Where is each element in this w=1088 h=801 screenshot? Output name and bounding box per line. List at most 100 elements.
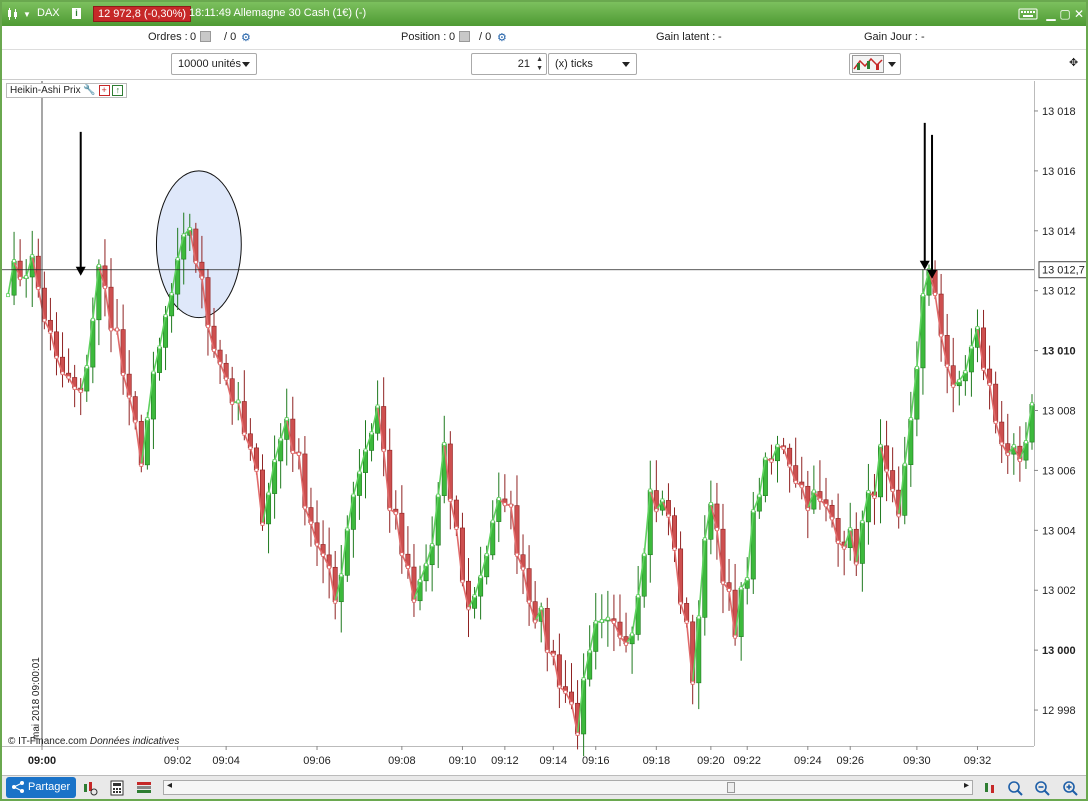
keyboard-icon[interactable] [1018, 7, 1038, 21]
close-point [884, 468, 889, 473]
candles-settings-icon[interactable] [82, 780, 98, 796]
close-point [169, 292, 174, 297]
orders-settings-icon[interactable]: ⚙ [241, 31, 251, 44]
orders-label: Ordres : [148, 31, 188, 43]
close-point [690, 680, 695, 685]
ticks-unit-select[interactable]: (x) ticks [548, 53, 637, 75]
title-bar: ▼ DAX i 12 972,8 (-0,30%) 18:11:49 Allem… [2, 2, 1086, 26]
y-tick-label: 13 000 [1042, 645, 1076, 657]
close-point [878, 443, 883, 448]
close-point [290, 450, 295, 454]
y-tick-label: 12 998 [1042, 705, 1076, 717]
close-point [951, 383, 956, 388]
share-button[interactable]: Partager [6, 777, 76, 798]
close-point [805, 507, 810, 512]
close-point [860, 519, 865, 524]
close-point [272, 459, 277, 463]
maximize-icon[interactable]: ▢ [1058, 7, 1072, 21]
close-point [969, 345, 974, 350]
close-point [54, 355, 59, 360]
close-point [587, 649, 592, 654]
x-tick-label: 09:10 [449, 755, 477, 767]
position-total: / 0 [479, 31, 492, 43]
close-point [539, 606, 544, 611]
instrument-name[interactable]: DAX [37, 7, 60, 19]
dropdown-icon[interactable]: ▼ [23, 10, 31, 19]
close-point [557, 684, 562, 689]
close-point [115, 327, 119, 332]
indicator-label[interactable]: Heikin-Ashi Prix 🔧 + ↑ [6, 83, 128, 98]
close-point [181, 233, 186, 238]
zoom-in-icon[interactable] [1062, 780, 1078, 796]
close-point [569, 701, 574, 706]
close-point [654, 508, 659, 513]
wrench-icon[interactable]: 🔧 [83, 85, 95, 96]
close-point [442, 442, 447, 446]
chart-scrollbar[interactable]: ◂ ▸ [163, 780, 973, 795]
position-close-icon[interactable] [459, 31, 470, 43]
y-tick-label: 13 004 [1042, 525, 1076, 537]
order-book-icon[interactable] [136, 780, 152, 796]
close-point [581, 677, 586, 682]
close-point [393, 511, 398, 516]
close-icon[interactable]: ✕ [1072, 7, 1086, 21]
close-point [793, 480, 798, 484]
zoom-fit-icon[interactable] [1007, 780, 1023, 796]
close-point [842, 545, 847, 550]
scroll-thumb[interactable] [727, 782, 735, 793]
scroll-right-icon[interactable]: ▸ [964, 780, 969, 791]
orders-cancel-icon[interactable] [200, 31, 211, 43]
units-select[interactable]: 10000 unités [171, 53, 257, 75]
info-icon[interactable]: i [72, 8, 81, 19]
chevron-down-icon [888, 62, 896, 67]
close-point [406, 565, 410, 569]
position-label: Position : [401, 31, 447, 43]
chart-style-icon [852, 55, 884, 73]
close-point [454, 526, 459, 530]
close-point [612, 620, 616, 624]
x-tick-label: 09:06 [303, 755, 331, 767]
close-point [448, 498, 453, 502]
y-tick-label: 13 012 [1042, 286, 1076, 298]
expand-icon[interactable]: ✥ [1069, 56, 1078, 69]
close-point [30, 254, 35, 259]
trade-icon[interactable] [982, 780, 998, 796]
ticks-stepper[interactable]: 21 ▲ ▼ [471, 53, 547, 75]
close-point [551, 652, 556, 657]
spinner-icon[interactable]: ▲ ▼ [536, 55, 543, 73]
close-point [466, 606, 471, 611]
zoom-out-icon[interactable] [1034, 780, 1050, 796]
close-point [975, 325, 980, 330]
candlestick-icon[interactable] [6, 7, 20, 21]
chevron-down-icon [622, 62, 630, 67]
position-settings-icon[interactable]: ⚙ [497, 31, 507, 44]
add-indicator-icon[interactable]: ↑ [112, 85, 124, 96]
minimize-icon[interactable]: ▁ [1044, 7, 1058, 21]
position-value: 0 [449, 31, 456, 43]
price-chart[interactable]: mai 2018 09:00:01 13 018 13 016 13 014 13 01… [2, 81, 1086, 776]
chart-type-select[interactable] [849, 53, 901, 75]
close-point [521, 566, 525, 571]
calculator-icon[interactable] [109, 780, 125, 796]
close-point [854, 561, 859, 566]
close-point [424, 562, 428, 567]
x-tick-label: 09:02 [164, 755, 192, 767]
remove-indicator-icon[interactable]: + [98, 85, 110, 96]
indicator-name: Heikin-Ashi Prix [10, 85, 81, 96]
gain-latent-value: - [718, 31, 722, 43]
close-point [575, 732, 580, 736]
close-point [660, 498, 665, 503]
app-window: ▼ DAX i 12 972,8 (-0,30%) 18:11:49 Allem… [0, 0, 1088, 801]
close-point [266, 491, 271, 496]
close-point [369, 431, 374, 436]
close-point [787, 463, 792, 468]
close-point [830, 516, 834, 521]
gain-latent-label: Gain latent : [656, 31, 716, 43]
data-note: Données indicatives [89, 736, 180, 747]
close-point [193, 260, 198, 265]
close-point [1005, 452, 1010, 457]
close-point [163, 314, 168, 318]
close-point [999, 441, 1004, 446]
scroll-left-icon[interactable]: ◂ [167, 780, 172, 791]
close-point [1011, 444, 1016, 449]
